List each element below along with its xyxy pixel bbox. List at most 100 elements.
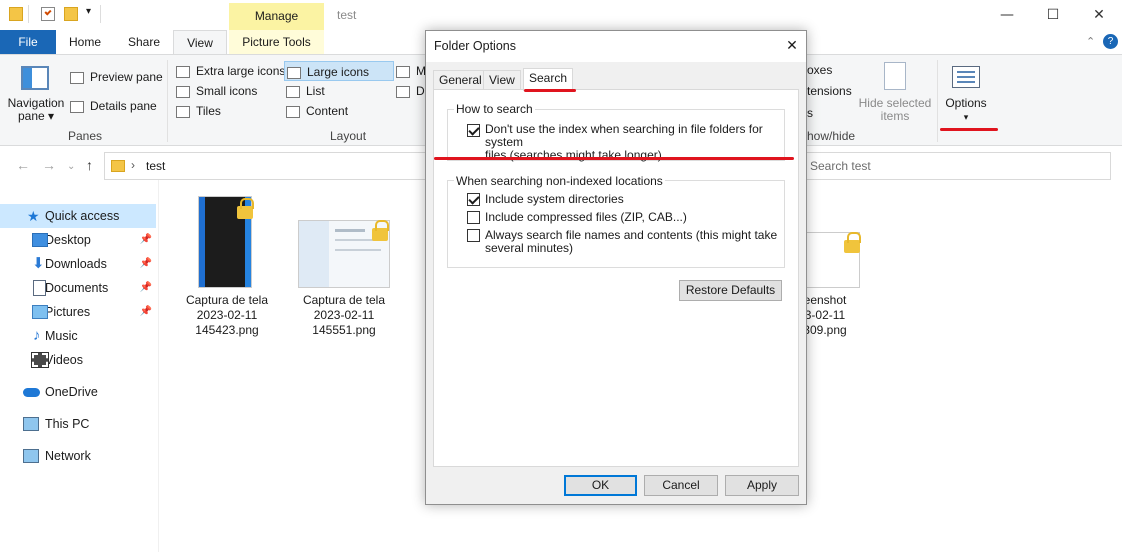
sidebar-item-documents[interactable]: Documents 📌	[0, 276, 156, 300]
sidebar-item-label: Network	[45, 449, 91, 463]
pin-icon[interactable]: 📌	[140, 300, 152, 324]
list-option[interactable]: List	[286, 81, 325, 101]
tab-general[interactable]: General	[433, 70, 488, 90]
navigation-pane-icon[interactable]	[21, 66, 49, 90]
star-icon: ★	[27, 208, 40, 224]
sidebar-item-quick-access[interactable]: ★ Quick access	[0, 204, 156, 228]
recent-locations-icon[interactable]: ⌄	[67, 161, 75, 172]
include-compressed-files-label[interactable]: Include compressed files (ZIP, CAB...)	[485, 211, 687, 224]
dialog-close-button[interactable]: ✕	[778, 31, 806, 62]
annotation-underline-option	[434, 157, 794, 160]
path-segment[interactable]: test	[146, 159, 165, 173]
tab-manage[interactable]: Manage	[229, 3, 324, 30]
tab-home[interactable]: Home	[62, 30, 108, 54]
apply-button[interactable]: Apply	[725, 475, 799, 496]
cancel-button[interactable]: Cancel	[644, 475, 718, 496]
back-arrow-icon[interactable]: ←	[16, 157, 30, 173]
hidden-items-option[interactable]: s	[807, 103, 813, 123]
small-icons-option[interactable]: Small icons	[176, 81, 257, 101]
include-system-directories-label[interactable]: Include system directories	[485, 193, 624, 206]
tab-search[interactable]: Search	[523, 68, 574, 91]
content-option[interactable]: Content	[286, 101, 348, 121]
extra-large-icons-option[interactable]: Extra large icons	[176, 61, 285, 81]
divider	[937, 60, 938, 142]
dont-use-index-checkbox[interactable]	[467, 124, 480, 137]
medium-icons-option[interactable]: M	[396, 61, 426, 81]
title-bar	[0, 0, 1122, 30]
list-icon	[286, 85, 300, 98]
small-icons-icon	[176, 85, 190, 98]
file-name-extensions-option[interactable]: tensions	[807, 81, 852, 101]
annotation-underline-options	[940, 128, 998, 131]
sidebar-item-pictures[interactable]: Pictures 📌	[0, 300, 156, 324]
item-check-boxes-option[interactable]: oxes	[807, 60, 832, 80]
navigation-pane-button[interactable]: Navigation pane ▾	[6, 97, 66, 123]
file-item[interactable]: Captura de tela 2023-02-11 145423.png	[185, 196, 269, 337]
layout-group-label: Layout	[330, 129, 367, 143]
new-folder-icon[interactable]	[64, 7, 78, 21]
path-separator: ›	[131, 158, 135, 172]
file-item[interactable]: eenshot 3-02-11 309.png	[800, 220, 862, 340]
help-icon[interactable]: ?	[1103, 34, 1118, 49]
sidebar-item-label: OneDrive	[45, 385, 98, 399]
list-label: List	[306, 84, 325, 98]
window-title: test	[337, 8, 357, 22]
hide-selected-items-button[interactable]: Hide selected items	[855, 97, 935, 123]
lock-icon	[372, 220, 389, 241]
pin-icon[interactable]: 📌	[140, 228, 152, 252]
always-search-contents-label[interactable]: Always search file names and contents (t…	[485, 229, 781, 255]
sidebar-item-music[interactable]: ♪ Music	[0, 324, 156, 348]
preview-pane-icon	[70, 71, 84, 84]
pin-icon[interactable]: 📌	[140, 276, 152, 300]
properties-icon[interactable]	[41, 7, 55, 21]
sidebar-item-label: Pictures	[45, 305, 91, 319]
details-pane-button[interactable]: Details pane	[70, 96, 157, 116]
sidebar-item-desktop[interactable]: Desktop 📌	[0, 228, 156, 252]
large-icons-option[interactable]: Large icons	[284, 61, 394, 81]
pin-icon[interactable]: 📌	[140, 252, 152, 276]
customize-toolbar-icon[interactable]: ▾	[86, 6, 91, 17]
desktop-icon	[32, 233, 48, 247]
lock-icon	[844, 232, 861, 253]
address-bar[interactable]: › test	[104, 152, 428, 180]
hide-selected-label-2: items	[880, 109, 910, 123]
details-option[interactable]: D	[396, 81, 425, 101]
tiles-option[interactable]: Tiles	[176, 101, 221, 121]
sidebar-item-network[interactable]: Network	[0, 444, 156, 468]
sidebar-item-this-pc[interactable]: This PC	[0, 412, 156, 436]
tab-picture-tools[interactable]: Picture Tools	[229, 30, 324, 54]
maximize-button[interactable]: ☐	[1030, 0, 1076, 30]
download-icon: ⬇	[32, 255, 45, 272]
include-system-directories-checkbox[interactable]	[467, 193, 480, 206]
restore-defaults-button[interactable]: Restore Defaults	[679, 280, 782, 301]
close-button[interactable]: ✕	[1076, 0, 1122, 30]
details-pane-label: Details pane	[90, 99, 157, 113]
sidebar-item-onedrive[interactable]: OneDrive	[0, 380, 156, 404]
sidebar-item-label: Desktop	[45, 233, 91, 247]
forward-arrow-icon[interactable]: →	[42, 157, 56, 173]
preview-pane-button[interactable]: Preview pane	[70, 67, 163, 87]
file-name-line: 145551.png	[312, 323, 376, 337]
tiles-label: Tiles	[196, 104, 221, 118]
options-button[interactable]: Options ▾	[940, 96, 992, 124]
navigation-pane-label-2: pane ▾	[17, 109, 55, 123]
tab-file[interactable]: File	[0, 30, 56, 54]
collapse-ribbon-icon[interactable]: ⌃	[1086, 35, 1095, 48]
include-compressed-files-checkbox[interactable]	[467, 211, 480, 224]
sidebar-item-videos[interactable]: Videos	[0, 348, 156, 372]
network-icon	[23, 449, 39, 463]
always-search-contents-checkbox[interactable]	[467, 229, 480, 242]
file-item[interactable]: Captura de tela 2023-02-11 145551.png	[298, 196, 390, 337]
search-input[interactable]: Search test	[800, 152, 1111, 180]
tab-view[interactable]: View	[173, 30, 227, 54]
up-arrow-icon[interactable]: ↑	[86, 157, 93, 173]
minimize-button[interactable]: —	[984, 0, 1030, 30]
sidebar-item-downloads[interactable]: ⬇ Downloads 📌	[0, 252, 156, 276]
preview-pane-label: Preview pane	[90, 70, 163, 84]
ok-button[interactable]: OK	[564, 475, 637, 496]
folder-icon[interactable]	[9, 7, 23, 21]
dialog-title: Folder Options	[426, 31, 806, 62]
search-tab-panel: How to search Don't use the index when s…	[433, 89, 799, 467]
tab-share[interactable]: Share	[120, 30, 168, 54]
tab-view[interactable]: View	[483, 70, 521, 90]
